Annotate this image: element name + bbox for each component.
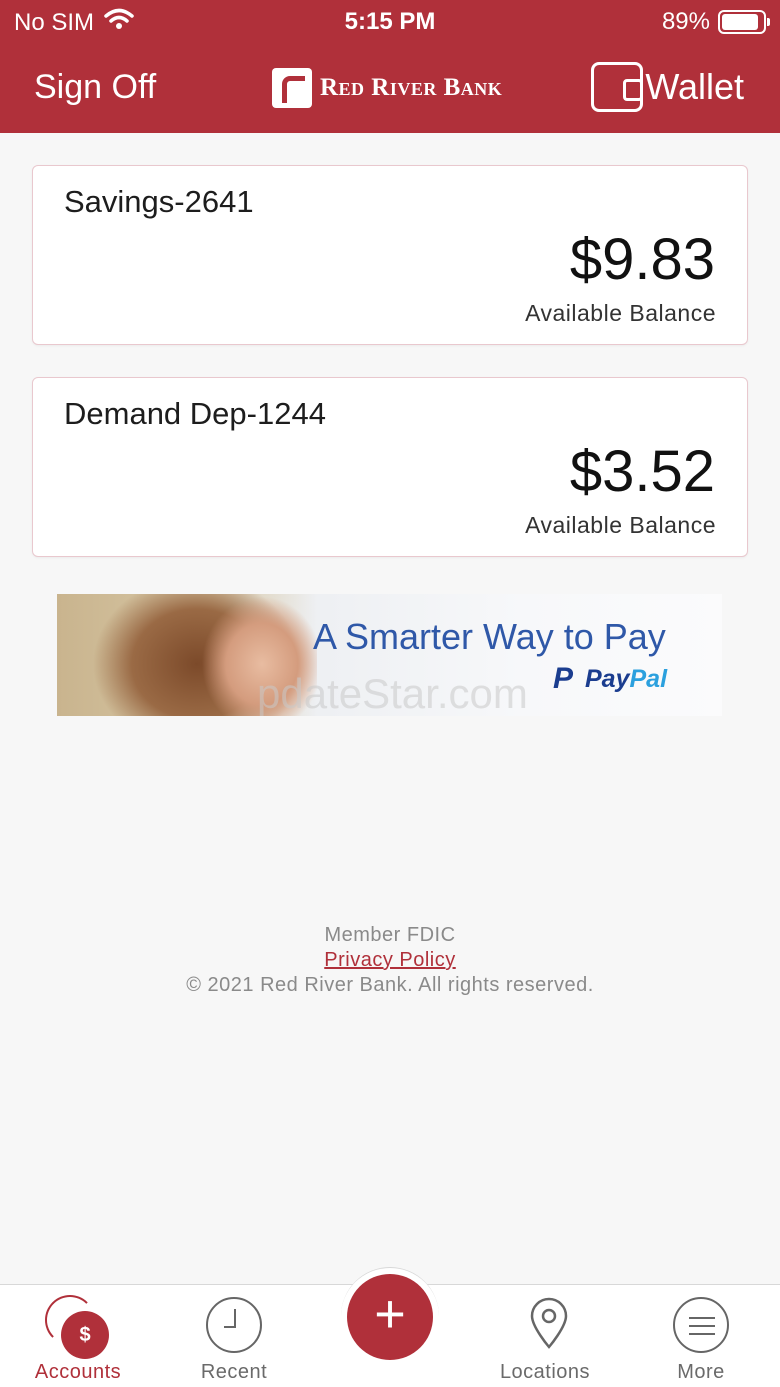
menu-line bbox=[689, 1325, 715, 1327]
app-header: Sign Off Red River Bank Wallet bbox=[0, 54, 780, 124]
paypal-ad-banner[interactable]: A Smarter Way to Pay P PayPal pdateStar.… bbox=[57, 594, 722, 716]
clock-icon bbox=[206, 1297, 262, 1353]
balance-caption: Available Balance bbox=[525, 300, 716, 326]
battery-percent: 89% bbox=[661, 8, 710, 35]
tab-recent[interactable]: Recent bbox=[156, 1285, 312, 1387]
status-bar: No SIM 5:15 PM 89% bbox=[0, 0, 780, 44]
account-card-demand-deposit[interactable]: Demand Dep-1244 $3.52 Available Balance bbox=[32, 377, 748, 557]
watermark: pdateStar.com bbox=[257, 670, 528, 716]
wallet-icon bbox=[591, 62, 644, 112]
account-card-savings[interactable]: Savings-2641 $9.83 Available Balance bbox=[32, 165, 748, 345]
balance-caption: Available Balance bbox=[525, 512, 716, 538]
menu-icon bbox=[673, 1297, 729, 1353]
tab-locations-label: Locations bbox=[499, 1361, 591, 1383]
privacy-policy-link[interactable]: Privacy Policy bbox=[0, 949, 780, 972]
location-pin-icon bbox=[528, 1297, 568, 1349]
plus-button-ring: + bbox=[341, 1267, 439, 1365]
bank-logo: Red River Bank bbox=[272, 68, 502, 108]
account-balance: $3.52 bbox=[569, 439, 715, 504]
paypal-wordmark-pal: Pal bbox=[629, 664, 668, 693]
tab-more[interactable]: More bbox=[623, 1285, 779, 1387]
paypal-wordmark: PayPal bbox=[585, 665, 667, 694]
bottom-tab-bar: $ Accounts Recent + Locations More bbox=[0, 1267, 780, 1387]
account-name: Demand Dep-1244 bbox=[64, 396, 326, 431]
bank-logo-text: Red River Bank bbox=[320, 74, 503, 101]
paypal-wordmark-pay: Pay bbox=[585, 664, 630, 693]
wallet-label: Wallet bbox=[645, 66, 744, 107]
sign-off-button[interactable]: Sign Off bbox=[34, 68, 156, 107]
paypal-logo: P PayPal bbox=[553, 664, 667, 694]
member-fdic-text: Member FDIC bbox=[324, 924, 456, 946]
tab-accounts[interactable]: $ Accounts bbox=[0, 1285, 156, 1387]
account-name: Savings-2641 bbox=[64, 184, 254, 219]
tab-recent-label: Recent bbox=[200, 1361, 268, 1383]
bank-logo-mark-icon bbox=[272, 68, 312, 108]
menu-line bbox=[689, 1317, 715, 1319]
accounts-icon: $ bbox=[45, 1295, 109, 1359]
paypal-p-icon: P bbox=[553, 662, 574, 695]
top-bar: No SIM 5:15 PM 89% Sign Off Red River Ba… bbox=[0, 0, 780, 133]
status-right: 89% bbox=[661, 8, 770, 36]
tab-locations[interactable]: Locations bbox=[467, 1285, 623, 1387]
account-balance: $9.83 bbox=[569, 227, 715, 292]
ad-headline: A Smarter Way to Pay bbox=[313, 616, 666, 657]
tab-accounts-label: Accounts bbox=[34, 1361, 122, 1383]
wallet-button[interactable]: Wallet bbox=[591, 62, 744, 112]
battery-icon bbox=[718, 10, 770, 34]
tab-more-label: More bbox=[677, 1361, 725, 1383]
add-button[interactable]: + bbox=[347, 1274, 433, 1360]
dollar-icon: $ bbox=[61, 1311, 109, 1359]
battery-fill bbox=[722, 14, 758, 30]
menu-line bbox=[689, 1333, 715, 1335]
copyright-text: © 2021 Red River Bank. All rights reserv… bbox=[186, 974, 594, 996]
